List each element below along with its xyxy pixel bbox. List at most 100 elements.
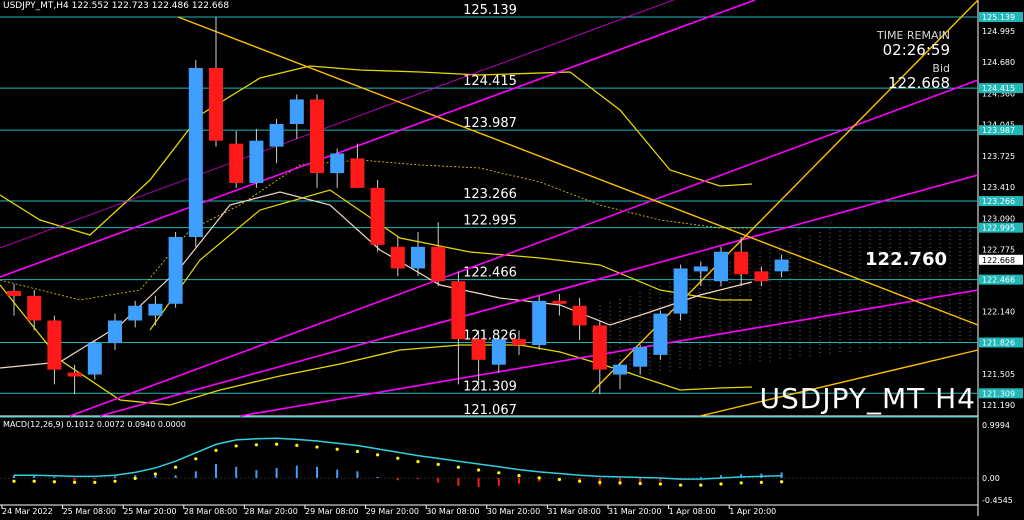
macd-signal-dot — [719, 482, 723, 486]
bear-candle[interactable] — [47, 320, 62, 370]
bear-candle[interactable] — [27, 295, 42, 321]
bear-candle[interactable] — [310, 99, 324, 174]
time-tick-label: 31 Mar 20:00 — [608, 507, 661, 516]
bull-candle[interactable] — [168, 236, 183, 304]
macd-signal-dot — [780, 480, 784, 484]
price-tick: 123.725 — [982, 152, 1015, 161]
bear-candle[interactable] — [451, 281, 466, 340]
price-tag-label: 122.668 — [982, 256, 1015, 265]
macd-signal-dot — [396, 456, 400, 460]
bull-candle[interactable] — [714, 251, 728, 282]
time-tick-label: 24 Mar 2022 — [2, 507, 53, 516]
time-tick-label: 1 Apr 08:00 — [669, 507, 716, 516]
macd-signal-dot — [658, 482, 663, 486]
macd-signal-dot — [598, 480, 602, 484]
bull-candle[interactable] — [330, 153, 345, 174]
macd-signal-dot — [436, 462, 440, 466]
macd-signal-dot — [335, 447, 339, 451]
chart-window[interactable]: 125.139 124.415 123.987 123.266 122.995 122.4… — [0, 0, 1024, 516]
bull-candle[interactable] — [693, 266, 708, 272]
regression-channel-line — [99, 174, 979, 417]
bull-candle[interactable] — [87, 343, 102, 375]
price-tag-label: 124.415 — [982, 84, 1015, 93]
price-tick: 121.505 — [982, 370, 1015, 379]
macd-signal-dot — [355, 449, 359, 454]
bear-candle[interactable] — [350, 158, 365, 188]
macd-signal-dot — [254, 443, 258, 447]
macd-tick: -0.4545 — [982, 496, 1013, 505]
bull-candle[interactable] — [148, 303, 163, 316]
time-tick-label: 28 Mar 20:00 — [244, 507, 297, 516]
bull-candle[interactable] — [128, 305, 143, 321]
bull-candle[interactable] — [289, 99, 304, 124]
macd-signal-dot — [234, 444, 238, 448]
price-tag-label: 121.309 — [982, 389, 1015, 398]
level-label: 121.067 — [463, 403, 517, 418]
macd-signal-dot — [275, 442, 279, 446]
price-tag-label: 121.826 — [982, 339, 1015, 348]
bull-candle[interactable] — [269, 123, 284, 147]
ohlc-readout: 122.552 122.723 122.486 122.668 — [71, 1, 230, 11]
bear-candle[interactable] — [229, 143, 244, 183]
time-tick-label: 31 Mar 08:00 — [547, 507, 600, 516]
bull-candle[interactable] — [532, 300, 547, 346]
bear-candle[interactable] — [390, 246, 405, 269]
bear-candle[interactable] — [471, 339, 486, 360]
moving-average — [149, 189, 752, 331]
bear-candle[interactable] — [7, 291, 21, 296]
macd-signal-dot — [456, 465, 460, 469]
price-tick: 124.995 — [982, 27, 1015, 36]
time-tick-label: 30 Mar 20:00 — [487, 507, 540, 516]
bear-candle[interactable] — [370, 187, 385, 245]
symbol-info: USDJPY_MT,H4 — [3, 1, 69, 11]
macd-signal-dot — [759, 480, 764, 484]
bear-candle[interactable] — [572, 305, 587, 326]
macd-signal-dot — [739, 481, 743, 485]
bull-candle[interactable] — [491, 339, 506, 365]
time-tick-label: 1 Apr 20:00 — [729, 507, 776, 516]
price-tick: 124.680 — [982, 58, 1015, 67]
bear-candle[interactable] — [592, 325, 607, 370]
bull-candle[interactable] — [653, 313, 668, 355]
bull-candle[interactable] — [249, 140, 264, 183]
bid-value: 122.668 — [887, 74, 950, 92]
macd-signal-dot — [174, 465, 178, 469]
level-label: 125.139 — [463, 3, 517, 18]
bear-candle[interactable] — [734, 251, 749, 275]
macd-signal-dot — [214, 448, 218, 452]
macd-signal-dot — [416, 460, 420, 464]
bear-candle[interactable] — [754, 271, 769, 282]
descending-trendline — [177, 16, 979, 326]
macd-header: MACD(12,26,9) 0.1012 0.0072 0.0940 0.000… — [3, 420, 186, 429]
macd-signal-dot — [32, 479, 36, 483]
bear-candle[interactable] — [512, 339, 526, 346]
price-tick: 122.140 — [982, 308, 1015, 317]
macd-signal-dot — [477, 468, 481, 472]
bull-candle[interactable] — [613, 364, 627, 375]
level-label: 121.826 — [463, 329, 517, 344]
bear-candle[interactable] — [67, 372, 82, 377]
bull-candle[interactable] — [411, 246, 425, 269]
macd-signal-dot — [295, 443, 299, 447]
macd-signal-dot — [517, 474, 521, 478]
bear-candle[interactable] — [552, 300, 567, 304]
macd-signal-dot — [376, 453, 380, 457]
macd-signal-dot — [73, 480, 77, 484]
bull-candle[interactable] — [108, 320, 122, 344]
bull-candle[interactable] — [673, 268, 688, 314]
macd-signal-dot — [578, 479, 582, 483]
macd-signal-dot — [133, 476, 137, 480]
bull-candle[interactable] — [188, 67, 203, 237]
bear-candle[interactable] — [209, 67, 223, 141]
macd-signal-dot — [618, 481, 622, 485]
macd-signal-dot — [194, 457, 198, 461]
bull-candle[interactable] — [633, 347, 648, 367]
bear-candle[interactable] — [431, 246, 446, 282]
macd-signal-dot — [113, 479, 117, 483]
time-tick-label: 25 Mar 20:00 — [123, 507, 176, 516]
macd-signal-dot — [12, 479, 16, 483]
macd-signal-dot — [699, 483, 703, 487]
symbol-watermark: USDJPY_MT H4 — [759, 382, 976, 415]
bull-candle[interactable] — [774, 259, 789, 272]
level-label: 123.266 — [463, 187, 517, 202]
